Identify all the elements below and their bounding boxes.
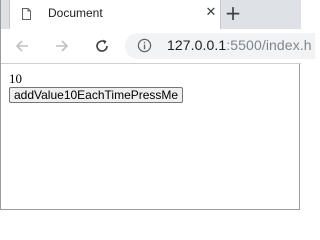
page-content: 10 addValue10EachTimePressMe [1, 64, 301, 210]
close-icon[interactable]: ✕ [204, 6, 218, 20]
toolbar: 127.0.0.1:5500/index.h [1, 29, 315, 64]
new-tab-button[interactable]: + [223, 3, 243, 23]
reload-icon [96, 39, 108, 52]
address-bar[interactable]: 127.0.0.1:5500/index.h [125, 33, 315, 59]
tab-document[interactable]: Document ✕ [9, 0, 221, 29]
value-display: 10 [9, 71, 22, 86]
back-arrow-icon [15, 40, 28, 52]
tab-strip: Document ✕ + [1, 0, 301, 29]
url-host: 127.0.0.1 [167, 37, 227, 53]
url-path: :5500/index.h [226, 37, 312, 53]
reload-button[interactable] [91, 35, 113, 57]
info-icon[interactable] [137, 38, 152, 53]
forward-button[interactable] [51, 35, 73, 57]
add-value-button[interactable]: addValue10EachTimePressMe [9, 87, 184, 103]
forward-arrow-icon [56, 40, 69, 52]
back-button[interactable] [11, 35, 33, 57]
tab-title: Document [48, 6, 103, 20]
document-icon [22, 8, 31, 20]
browser-window: Document ✕ + 127.0.0.1:5500/index.h 10 a… [0, 0, 315, 210]
url-text: 127.0.0.1:5500/index.h [167, 37, 312, 53]
